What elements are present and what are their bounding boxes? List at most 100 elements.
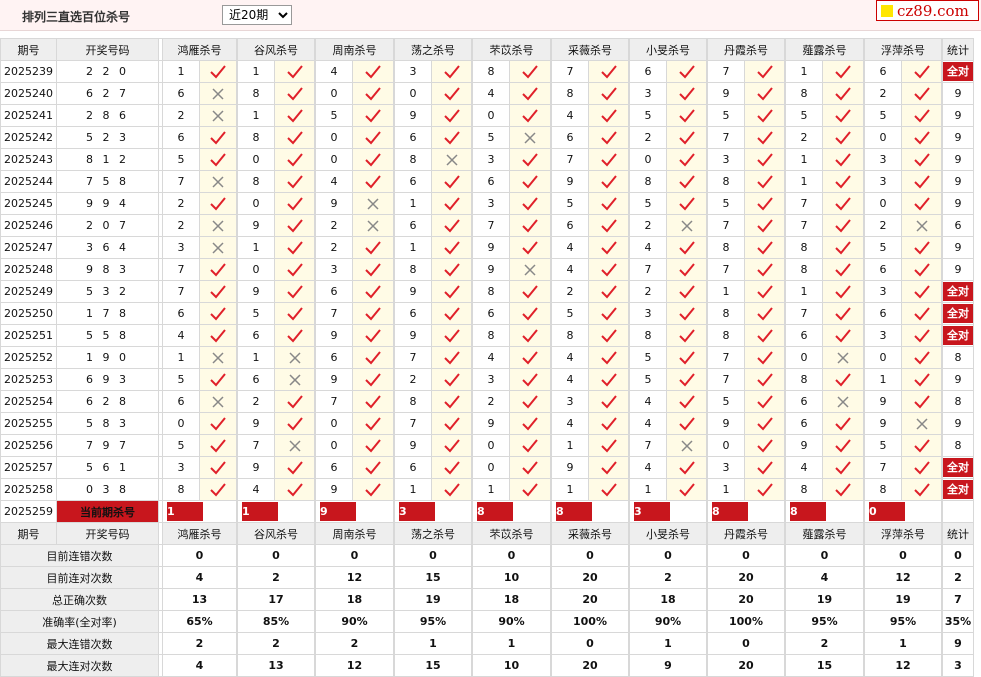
check-cell [431,302,472,325]
site-logo[interactable]: cz89.com [876,0,979,21]
check-icon [835,306,851,320]
kill-number: 5 [551,192,589,215]
kill-number: 0 [162,412,200,435]
check-cell [509,192,551,215]
check-icon [210,438,226,452]
check-icon [756,196,773,210]
check-cell [588,104,629,127]
check-icon [678,372,695,386]
kill-number: 6 [629,60,667,83]
stats-value: 0 [315,544,394,567]
check-cell [588,456,629,479]
kill-number: 9 [237,412,275,435]
current-kill-number: 9 [320,502,356,521]
check-cell [588,236,629,259]
draw-number: 8 1 2 [56,148,159,171]
check-icon [913,482,930,496]
kill-number: 4 [315,60,353,83]
current-kill-cell: 9 [315,500,394,523]
check-cell [822,60,864,83]
cross-cell [822,390,864,413]
current-kill-cell: 8 [472,500,551,523]
header-expert: 谷风杀号 [237,38,315,61]
kill-number: 7 [864,456,902,479]
kill-number: 6 [472,170,510,193]
check-icon [678,394,695,408]
issue-number: 2025258 [0,478,57,501]
table-row: 2025255 5 8 309079449699 [0,412,974,435]
kill-number: 8 [394,390,432,413]
kill-number: 4 [551,104,589,127]
issue-number: 2025255 [0,412,57,435]
header-expert: 谷风杀号 [237,522,315,545]
stats-value: 2 [315,632,394,655]
check-icon [600,482,617,496]
check-icon [835,196,851,210]
kill-number: 0 [237,192,275,215]
check-icon [835,240,851,254]
row-stat-value: 9 [954,373,962,386]
period-select[interactable]: 近20期 [222,5,292,25]
check-cell [431,258,472,281]
cross-icon [680,439,693,452]
row-stat-value: 8 [954,351,962,364]
check-icon [286,130,303,144]
check-icon [756,460,773,474]
table-row: 2025254 6 2 862782345698 [0,390,974,413]
check-cell [744,258,785,281]
kill-number: 9 [864,390,902,413]
stats-total: 2 [942,566,974,589]
check-icon [913,108,930,122]
check-icon [678,306,695,320]
header-expert: 小旻杀号 [629,522,707,545]
draw-number: 0 3 8 [56,478,159,501]
check-cell [744,170,785,193]
check-cell [588,192,629,215]
row-stat: 9 [942,170,974,193]
check-icon [443,262,460,276]
kill-number: 7 [707,60,745,83]
check-cell [588,346,629,369]
draw-number: 9 9 4 [56,192,159,215]
check-icon [443,306,460,320]
header-issue: 期号 [0,522,57,545]
cross-cell [199,236,237,259]
cross-cell [352,214,394,237]
check-cell [509,280,551,303]
header-expert: 荡之杀号 [394,38,472,61]
check-cell [352,82,394,105]
stats-value: 19 [785,588,864,611]
kill-number: 3 [472,368,510,391]
kill-number: 8 [707,170,745,193]
check-cell [352,258,394,281]
check-cell [588,390,629,413]
check-cell [431,82,472,105]
check-icon [210,482,226,496]
check-icon [835,218,851,232]
kill-number: 5 [629,192,667,215]
stats-value: 10 [472,654,551,677]
check-cell [822,236,864,259]
kill-number: 5 [707,192,745,215]
kill-number: 1 [551,478,589,501]
kill-number: 8 [707,302,745,325]
kill-number: 2 [785,126,823,149]
check-icon [210,372,226,386]
check-icon [913,284,930,298]
issue-number: 2025250 [0,302,57,325]
kill-number: 4 [629,390,667,413]
header-draw: 开奖号码 [56,522,159,545]
check-icon [210,328,226,342]
check-cell [352,434,394,457]
check-icon [522,218,538,232]
kill-number: 9 [237,214,275,237]
check-cell [274,478,315,501]
cross-icon [445,153,458,166]
check-cell [744,412,785,435]
stats-value: 0 [707,632,785,655]
check-cell [199,434,237,457]
kill-number: 5 [629,104,667,127]
check-icon [756,240,773,254]
check-icon [600,240,617,254]
check-icon [210,196,226,210]
